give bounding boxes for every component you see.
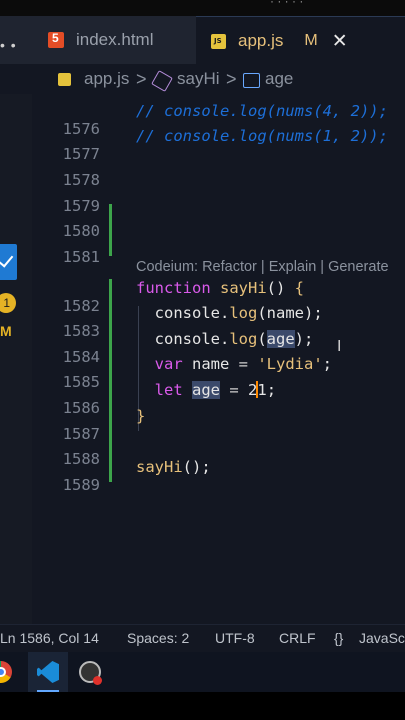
tab-label: index.html	[76, 30, 154, 49]
modified-indicator: M	[304, 32, 318, 49]
cursor-position[interactable]: Ln 1586, Col 14	[0, 630, 99, 646]
code-line: 1586 let age = 21;	[32, 381, 405, 417]
more-actions-icon[interactable]: • •	[0, 37, 17, 53]
modified-marker: M	[0, 323, 12, 339]
code-line: 1584 console.log(age);	[32, 330, 405, 366]
code-line: 1577 // console.log(nums(1, 2));	[32, 127, 405, 163]
tab-index-html[interactable]: index.html	[48, 16, 153, 64]
line-text: let age = 21;	[136, 381, 277, 399]
activity-bar: 1 M	[0, 94, 32, 624]
breadcrumb-variable[interactable]: age	[265, 69, 293, 89]
code-line: 1589 sayHi();	[32, 458, 405, 494]
code-line: 1579	[32, 179, 405, 215]
vscode-icon	[37, 661, 59, 683]
screen-bottom-edge	[0, 692, 405, 720]
chevron-right-icon: >	[226, 69, 237, 89]
code-line: 1576 // console.log(nums(4, 2));	[32, 102, 405, 138]
method-cube-icon	[151, 70, 173, 92]
line-text: }	[136, 407, 146, 425]
javascript-file-icon	[211, 33, 226, 49]
code-line: 1588	[32, 432, 405, 468]
tab-label: app.js	[238, 31, 284, 50]
vscode-taskbar-button[interactable]	[28, 652, 68, 692]
javascript-file-icon	[58, 73, 71, 86]
breadcrumb-function[interactable]: sayHi	[177, 69, 220, 89]
line-text: var name = 'Lydia';	[136, 355, 333, 373]
line-text: function sayHi() {	[136, 279, 305, 297]
line-number: 1589	[62, 476, 100, 494]
editor-tab-bar: • • index.html app.js M ✕	[0, 16, 405, 65]
code-line: 1580	[32, 204, 405, 240]
close-tab-icon[interactable]: ✕	[332, 30, 348, 53]
code-line: 1581	[32, 230, 405, 266]
language-mode[interactable]: JavaSc	[359, 630, 405, 646]
line-ending[interactable]: CRLF	[279, 630, 316, 646]
line-text: console.log(name);	[136, 304, 323, 322]
line-text: // console.log(nums(4, 2));	[136, 102, 388, 120]
mouse-ibeam-cursor-icon: I	[337, 338, 342, 355]
indentation[interactable]: Spaces: 2	[127, 630, 189, 646]
code-editor[interactable]: 1576 // console.log(nums(4, 2)); 1577 //…	[32, 94, 405, 624]
line-text: sayHi();	[136, 458, 211, 476]
line-number: 1581	[62, 248, 100, 266]
code-line: 1583 console.log(name);	[32, 304, 405, 340]
line-text: // console.log(nums(1, 2));	[136, 127, 388, 145]
braces-icon: {}	[334, 630, 344, 646]
status-bar: Ln 1586, Col 14 Spaces: 2 UTF-8 CRLF {} …	[0, 624, 405, 653]
codelens-actions[interactable]: Codeium: Refactor | Explain | Generate	[136, 259, 389, 275]
recording-dot-icon	[93, 676, 102, 685]
variable-icon	[243, 73, 260, 88]
tab-app-js[interactable]: app.js M ✕	[196, 16, 405, 65]
screen-top-edge: · · · · ·	[0, 0, 405, 16]
line-text: console.log(age);	[136, 330, 314, 348]
code-line: 1582 function sayHi() {	[32, 279, 405, 315]
notification-badge: 1	[0, 293, 16, 313]
chrome-icon[interactable]	[0, 661, 12, 683]
html5-icon	[48, 31, 64, 48]
os-taskbar	[0, 652, 405, 692]
code-line: 1587 }	[32, 407, 405, 443]
breadcrumb: app.js > sayHi > age	[0, 64, 405, 94]
title-ellipsis: · · · · ·	[270, 0, 304, 8]
code-line: 1578	[32, 153, 405, 189]
code-line: 1585 var name = 'Lydia';	[32, 355, 405, 391]
chevron-right-icon: >	[136, 69, 147, 89]
file-encoding[interactable]: UTF-8	[215, 630, 255, 646]
breadcrumb-file[interactable]: app.js	[84, 69, 129, 89]
